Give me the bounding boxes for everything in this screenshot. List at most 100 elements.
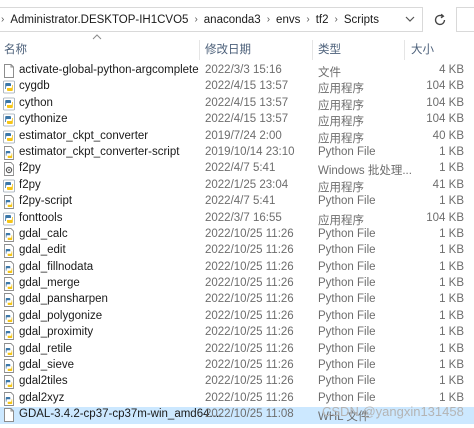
- file-date: 2019/7/24 2:00: [205, 129, 282, 142]
- file-date: 2022/10/25 11:26: [205, 375, 294, 388]
- file-row[interactable]: gdal2tiles 2022/10/25 11:26 Python File 1 K…: [0, 374, 474, 390]
- column-header-type[interactable]: 类型: [318, 41, 341, 57]
- file-name: gdal_edit: [19, 244, 66, 257]
- breadcrumb: › Administrator.DESKTOP-IH1CVO5 › anacon…: [0, 8, 384, 31]
- file-row[interactable]: gdal_merge 2022/10/25 11:26 Python File 1 K…: [0, 276, 474, 292]
- column-header-size[interactable]: 大小: [411, 41, 434, 57]
- batch-file-icon: [3, 162, 15, 177]
- file-row[interactable]: gdal_proximity 2022/10/25 11:26 Python Fil…: [0, 325, 474, 341]
- file-type: 应用程序: [318, 83, 364, 96]
- file-name: gdal_calc: [19, 227, 68, 240]
- breadcrumb-item[interactable]: Administrator.DESKTOP-IH1CVO5: [5, 14, 193, 26]
- python-file-icon: [3, 146, 15, 160]
- file-row[interactable]: activate-global-python-argcomplete 2022/3…: [0, 63, 474, 79]
- file-name: gdal_pansharpen: [19, 293, 108, 306]
- file-row[interactable]: cython 2022/4/15 13:57 应用程序 104 KB: [0, 96, 474, 112]
- file-row[interactable]: gdal_calc 2022/10/25 11:26 Python File 1 KB: [0, 227, 474, 243]
- file-name: gdal2xyz: [19, 391, 65, 404]
- file-name: activate-global-python-argcomplete: [19, 64, 199, 76]
- breadcrumb-item[interactable]: Scripts: [339, 14, 384, 26]
- file-date: 2022/3/3 15:16: [205, 64, 282, 76]
- file-type: 应用程序: [318, 181, 364, 194]
- breadcrumb-item[interactable]: tf2: [311, 14, 334, 26]
- python-file-icon: [3, 309, 15, 324]
- file-type: Python File: [318, 391, 376, 404]
- file-row[interactable]: gdal_pansharpen 2022/10/25 11:26 Python Fi…: [0, 292, 474, 308]
- file-name: gdal_fillnodata: [19, 260, 94, 273]
- file-type: Python File: [318, 375, 376, 388]
- file-type: 文件: [318, 67, 341, 79]
- refresh-button[interactable]: [428, 7, 451, 32]
- file-date: 2022/10/25 11:26: [205, 326, 294, 339]
- file-name: f2py: [19, 178, 41, 191]
- search-input[interactable]: [456, 7, 474, 32]
- file-name: cygdb: [19, 80, 50, 93]
- file-size: 1 KB: [439, 260, 464, 273]
- file-date: 2022/10/25 11:26: [205, 359, 294, 372]
- column-divider[interactable]: [404, 40, 405, 60]
- file-date: 2022/3/7 16:55: [205, 211, 282, 224]
- file-size: 1 KB: [439, 293, 464, 306]
- file-type: Python File: [318, 326, 376, 339]
- file-date: 2022/10/25 11:26: [205, 277, 294, 290]
- python-app-icon: [3, 80, 15, 94]
- python-app-icon: [3, 212, 15, 226]
- column-divider[interactable]: [199, 40, 200, 60]
- python-file-icon: [3, 342, 15, 357]
- python-file-icon: [3, 326, 15, 341]
- file-type: 应用程序: [318, 99, 364, 112]
- file-date: 2022/10/25 11:08: [205, 408, 294, 421]
- address-bar[interactable]: › Administrator.DESKTOP-IH1CVO5 › anacon…: [0, 7, 423, 32]
- file-row[interactable]: gdal_sieve 2022/10/25 11:26 Python File 1 K…: [0, 358, 474, 374]
- python-app-icon: [3, 97, 15, 111]
- file-size: 1 KB: [439, 244, 464, 257]
- breadcrumb-item[interactable]: envs: [271, 14, 305, 26]
- file-date: 2022/4/15 13:57: [205, 96, 289, 109]
- file-date: 2019/10/14 23:10: [205, 145, 295, 158]
- file-type: Python File: [318, 293, 376, 306]
- file-row[interactable]: cygdb 2022/4/15 13:57 应用程序 104 KB: [0, 79, 474, 95]
- file-type: Python File: [318, 195, 376, 208]
- file-row[interactable]: f2py-script 2022/4/7 5:41 Python File 1 KB: [0, 194, 474, 210]
- file-date: 2022/4/7 5:41: [205, 195, 276, 208]
- file-date: 2022/1/25 23:04: [205, 178, 289, 191]
- file-size: 1 KB: [439, 326, 464, 339]
- python-file-icon: [3, 375, 15, 390]
- file-row[interactable]: estimator_ckpt_converter-script 2019/10/1…: [0, 145, 474, 161]
- file-row[interactable]: fonttools 2022/3/7 16:55 应用程序 104 KB: [0, 211, 474, 227]
- breadcrumb-item[interactable]: anaconda3: [199, 14, 266, 26]
- column-header-name[interactable]: 名称: [4, 41, 27, 57]
- file-size: 1 KB: [439, 375, 464, 388]
- file-name: estimator_ckpt_converter-script: [19, 145, 180, 158]
- file-name: gdal_retile: [19, 342, 73, 355]
- file-date: 2022/4/15 13:57: [205, 113, 289, 126]
- file-icon: [3, 64, 15, 78]
- file-type: 应用程序: [318, 132, 364, 145]
- file-name: gdal2tiles: [19, 375, 68, 388]
- file-name: estimator_ckpt_converter: [19, 129, 149, 142]
- file-name: f2py-script: [19, 195, 73, 208]
- file-date: 2022/10/25 11:26: [205, 309, 294, 322]
- file-size: 104 KB: [426, 96, 464, 109]
- column-header-date[interactable]: 修改日期: [205, 41, 251, 57]
- file-row[interactable]: gdal_fillnodata 2022/10/25 11:26 Python Fi…: [0, 260, 474, 276]
- file-size: 1 KB: [439, 342, 464, 355]
- file-type: Python File: [318, 145, 376, 158]
- python-file-icon: [3, 359, 15, 373]
- file-row[interactable]: cythonize 2022/4/15 13:57 应用程序 104 KB: [0, 112, 474, 128]
- file-name: fonttools: [19, 211, 63, 224]
- file-row[interactable]: f2py 2022/1/25 23:04 应用程序 41 KB: [0, 178, 474, 194]
- file-type: Python File: [318, 309, 376, 322]
- file-size: 1 KB: [439, 359, 464, 372]
- file-date: 2022/10/25 11:26: [205, 391, 294, 404]
- file-row[interactable]: estimator_ckpt_converter 2019/7/24 2:00 应用…: [0, 129, 474, 145]
- file-size: 1 KB: [439, 391, 464, 404]
- file-date: 2022/10/25 11:26: [205, 244, 294, 257]
- file-row[interactable]: f2py 2022/4/7 5:41 Windows 批处理... 1 KB: [0, 161, 474, 177]
- file-row[interactable]: gdal_polygonize 2022/10/25 11:26 Python Fi…: [0, 309, 474, 325]
- refresh-icon: [434, 13, 445, 25]
- chevron-down-icon[interactable]: [404, 13, 416, 25]
- column-divider[interactable]: [312, 40, 313, 60]
- file-row[interactable]: gdal_edit 2022/10/25 11:26 Python File 1 KB: [0, 243, 474, 259]
- file-row[interactable]: gdal_retile 2022/10/25 11:26 Python File 1 …: [0, 342, 474, 358]
